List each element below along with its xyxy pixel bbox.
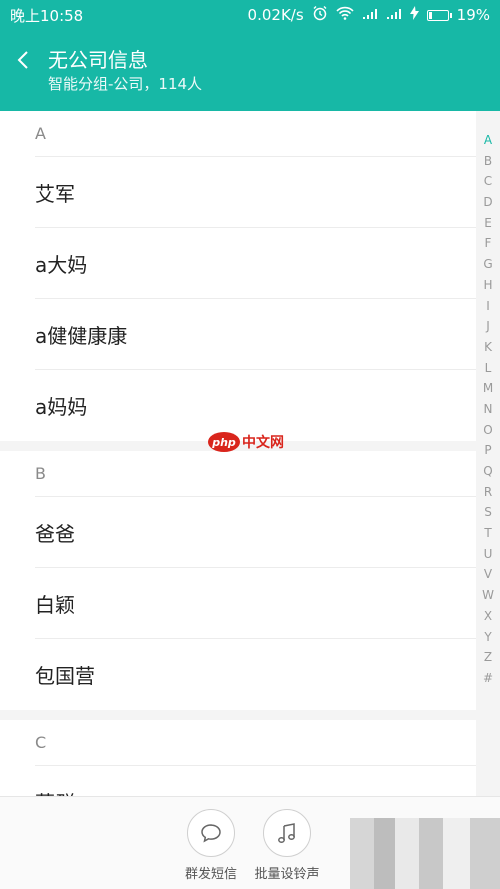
index-letter[interactable]: J	[486, 316, 490, 337]
status-icons: 0.02K/s 19%	[248, 5, 490, 25]
index-letter[interactable]: T	[484, 523, 491, 544]
index-letter[interactable]: Y	[484, 627, 491, 648]
status-bar: 晚上10:58 0.02K/s 19%	[0, 0, 500, 30]
index-letter[interactable]: F	[485, 233, 492, 254]
page-title: 无公司信息	[48, 48, 148, 72]
signal-icon	[362, 6, 378, 24]
contact-row[interactable]: 爸爸	[35, 497, 476, 568]
alphabet-index[interactable]: A B C D E F G H I J K L M N O P Q R S T U V W X Y Z #	[476, 130, 500, 690]
index-letter[interactable]: G	[483, 254, 492, 275]
index-letter[interactable]: N	[484, 399, 493, 420]
contact-row[interactable]: 蔡群	[35, 766, 476, 796]
contact-row[interactable]: a妈妈	[35, 370, 476, 441]
contact-row[interactable]: a健健康康	[35, 299, 476, 370]
back-arrow-icon[interactable]	[12, 48, 36, 72]
index-letter[interactable]: D	[483, 192, 492, 213]
watermark: php 中文网	[208, 432, 284, 452]
index-letter[interactable]: M	[483, 378, 493, 399]
section-header: C	[35, 720, 476, 766]
chat-bubble-icon	[187, 809, 235, 857]
page-subtitle: 智能分组-公司，114人	[48, 75, 203, 93]
index-letter[interactable]: B	[484, 151, 492, 172]
index-letter[interactable]: C	[484, 171, 492, 192]
contact-section-b: B 爸爸 白颖 包国营	[0, 451, 476, 710]
watermark-text: 中文网	[242, 435, 284, 451]
charging-icon	[409, 6, 419, 24]
index-letter[interactable]: X	[484, 606, 492, 627]
contact-row[interactable]: 白颖	[35, 568, 476, 639]
wifi-icon	[336, 6, 354, 24]
action-label: 群发短信	[184, 867, 237, 882]
index-letter[interactable]: L	[485, 358, 492, 379]
index-letter[interactable]: U	[484, 544, 493, 565]
group-sms-button[interactable]: 群发短信	[171, 809, 251, 882]
section-header: A	[35, 111, 476, 157]
contact-row[interactable]: 艾军	[35, 157, 476, 228]
index-letter[interactable]: V	[484, 564, 492, 585]
index-letter[interactable]: K	[484, 337, 492, 358]
alarm-icon	[312, 5, 328, 25]
section-header: B	[35, 451, 476, 497]
index-letter[interactable]: Q	[483, 461, 492, 482]
app-bar: 无公司信息 智能分组-公司，114人	[0, 30, 500, 111]
index-letter[interactable]: A	[484, 130, 492, 151]
music-note-icon	[263, 809, 311, 857]
index-letter[interactable]: O	[483, 420, 492, 441]
index-letter[interactable]: H	[483, 275, 492, 296]
contact-row[interactable]: 包国营	[35, 639, 476, 710]
watermark-logo: php	[208, 432, 240, 452]
index-letter[interactable]: I	[486, 296, 490, 317]
index-letter[interactable]: Z	[484, 647, 492, 668]
action-label: 批量设铃声	[254, 867, 320, 882]
signal-icon	[386, 6, 402, 24]
contact-section-c: C 蔡群	[0, 720, 476, 796]
index-letter[interactable]: P	[484, 440, 491, 461]
index-letter[interactable]: S	[484, 502, 492, 523]
index-letter[interactable]: W	[482, 585, 494, 606]
contact-section-a: A 艾军 a大妈 a健健康康 a妈妈	[0, 111, 476, 441]
battery-percent: 19%	[456, 6, 490, 24]
index-letter[interactable]: R	[484, 482, 492, 503]
status-time: 晚上10:58	[10, 6, 84, 25]
contact-row[interactable]: a大妈	[35, 228, 476, 299]
contact-list[interactable]: A 艾军 a大妈 a健健康康 a妈妈 B 爸爸 白颖 包国营 C 蔡群	[0, 111, 476, 796]
blurred-region	[350, 818, 500, 889]
batch-ringtone-button[interactable]: 批量设铃声	[247, 809, 327, 882]
index-letter[interactable]: #	[483, 668, 493, 689]
battery-icon	[426, 9, 452, 21]
network-speed: 0.02K/s	[247, 6, 304, 24]
index-letter[interactable]: E	[484, 213, 492, 234]
